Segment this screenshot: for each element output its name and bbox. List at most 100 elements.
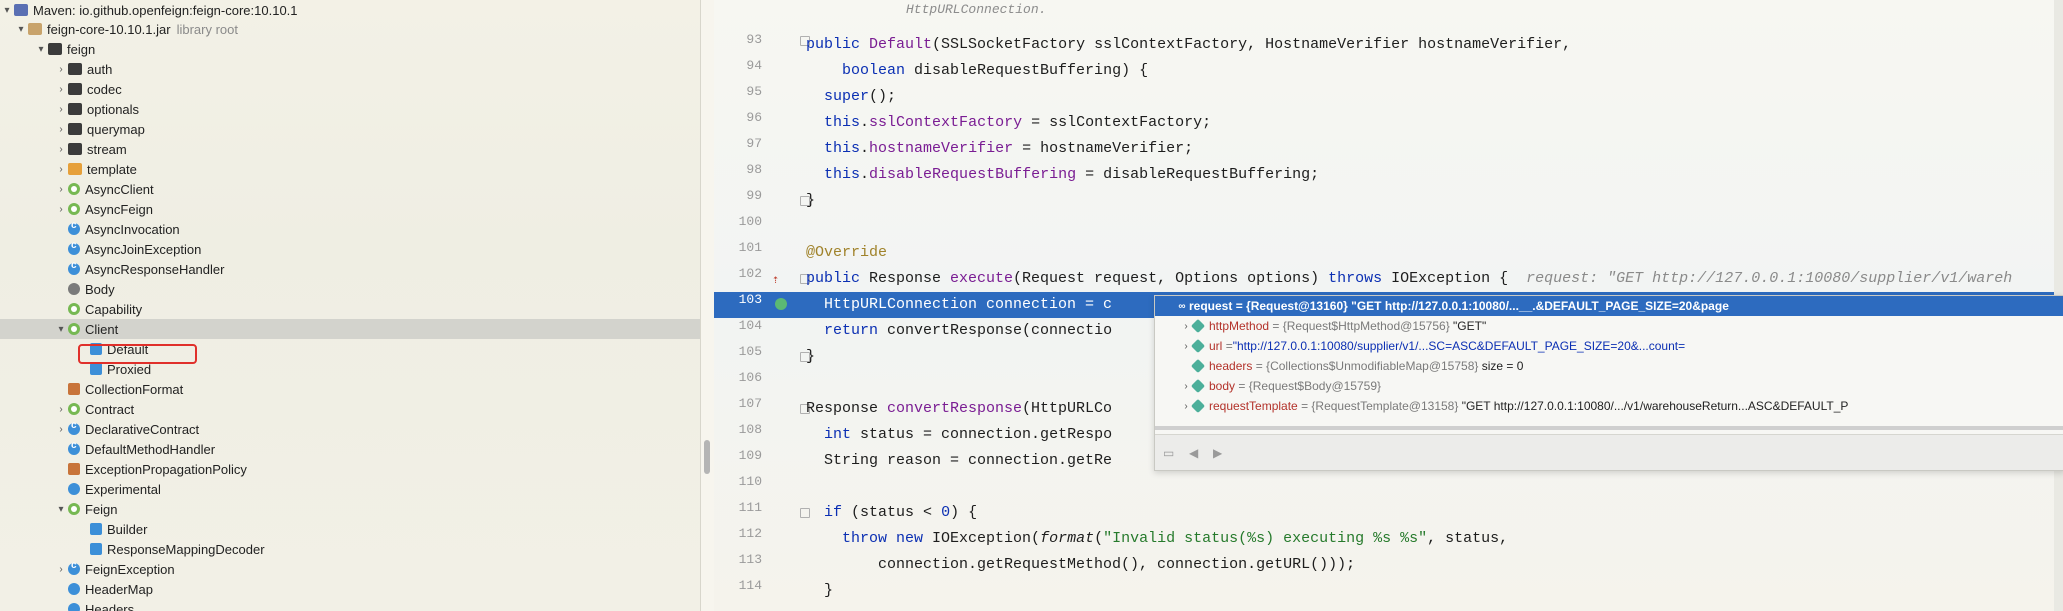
tree-item-body[interactable]: Body [0,279,700,299]
package-folder-icon [68,143,82,155]
expand-arrow-icon[interactable]: › [54,564,68,575]
collapse-arrow-icon[interactable]: ▾ [54,504,68,515]
annotation-icon [68,283,80,295]
tree-item-asyncjoinexception[interactable]: AsyncJoinException [0,239,700,259]
inner-class-icon [90,363,102,375]
popup-toolbar: ▭ ◀ ▶ [1155,434,2063,470]
annotation-icon [68,583,80,595]
line-number: 110 [738,474,762,489]
tree-item-label: Maven: io.github.openfeign:feign-core:10… [33,2,298,18]
tree-item-builder[interactable]: Builder [0,519,700,539]
line-number: 96 [746,110,762,125]
tree-item-optionals[interactable]: › optionals [0,99,700,119]
tree-item-label: Default [107,341,149,357]
tree-item-collectionformat[interactable]: CollectionFormat [0,379,700,399]
tree-item-template[interactable]: › template [0,159,700,179]
tree-item-auth[interactable]: › auth [0,59,700,79]
inline-debug-hint: request: "GET http://127.0.0.1:10080/sup… [1526,270,2013,287]
tree-item-asyncclient[interactable]: › AsyncClient [0,179,700,199]
collapse-arrow-icon[interactable]: ▾ [0,5,14,16]
expand-arrow-icon[interactable]: › [54,204,68,215]
tree-item-headers[interactable]: Headers [0,599,700,611]
code-line-108: int status = connection.getRespo [824,426,1113,443]
popup-row-url[interactable]: › url = "http://127.0.0.1:10080/supplier… [1155,336,2063,356]
tree-scrollbar[interactable] [704,440,710,474]
tree-item-feign-class[interactable]: ▾ Feign [0,499,700,519]
line-number: 104 [738,318,762,333]
tree-maven-root[interactable]: ▾ Maven: io.github.openfeign:feign-core:… [0,0,700,20]
tree-item-contract[interactable]: › Contract [0,399,700,419]
tree-item-label: AsyncClient [85,181,154,197]
tree-item-querymap[interactable]: › querymap [0,119,700,139]
expand-arrow-icon[interactable]: › [54,424,68,435]
tree-item-feignexception[interactable]: › FeignException [0,559,700,579]
tree-item-experimental[interactable]: Experimental [0,479,700,499]
jar-icon [28,23,42,35]
collapse-arrow-icon[interactable]: ▾ [14,24,28,35]
class-icon [68,440,80,455]
tree-item-feign[interactable]: ▾ feign [0,39,700,59]
line-number: 100 [738,214,762,229]
tree-item-responsemappingdecoder[interactable]: ResponseMappingDecoder [0,539,700,559]
line-number: 95 [746,84,762,99]
popup-back-button[interactable]: ◀ [1189,446,1198,460]
variable-ref: = {Request$HttpMethod@15756} [1272,319,1450,333]
tree-item-proxied[interactable]: Proxied [0,359,700,379]
popup-row-headers[interactable]: headers = {Collections$UnmodifiableMap@1… [1155,356,2063,376]
line-number: 103 [738,292,762,307]
tree-item-exceptionpropagationpolicy[interactable]: ExceptionPropagationPolicy [0,459,700,479]
tree-item-asyncfeign[interactable]: › AsyncFeign [0,199,700,219]
breakpoint-check-icon[interactable] [775,298,787,310]
expand-arrow-icon[interactable]: › [54,184,68,195]
tree-item-defaultmethodhandler[interactable]: DefaultMethodHandler [0,439,700,459]
code-line-107: Response convertResponse(HttpURLCo [806,400,1113,417]
debug-value-popup[interactable]: ∞ request = {Request@13160} "GET http://… [1154,295,2063,471]
tree-item-asyncinvocation[interactable]: AsyncInvocation [0,219,700,239]
expand-arrow-icon[interactable]: › [54,84,68,95]
class-icon [68,220,80,235]
tree-item-default[interactable]: Default [0,339,700,359]
expand-arrow-icon[interactable]: › [54,404,68,415]
tree-item-headermap[interactable]: HeaderMap [0,579,700,599]
collapse-arrow-icon[interactable]: ▾ [34,44,48,55]
popup-row-httpmethod[interactable]: › httpMethod = {Request$HttpMethod@15756… [1155,316,2063,336]
enum-icon [68,383,80,395]
variable-value: "GET http://127.0.0.1:10080/.../v1/wareh… [1461,399,1849,413]
tree-item-codec[interactable]: › codec [0,79,700,99]
variable-ref: = {Request$Body@15759} [1238,379,1382,393]
popup-forward-button[interactable]: ▶ [1213,446,1222,460]
inner-class-icon [90,523,102,535]
line-number: 99 [746,188,762,203]
override-marker-icon[interactable]: ⇡ [772,272,779,287]
popup-pin-icon[interactable]: ▭ [1163,446,1174,460]
popup-horizontal-scrollbar[interactable] [1155,426,2063,430]
collapse-arrow-icon[interactable]: ▾ [54,324,68,335]
collapse-arrow-icon[interactable]: ∞ [1175,301,1189,312]
inner-class-icon [90,543,102,555]
tree-item-client[interactable]: ▾ Client [0,319,700,339]
line-number: 114 [738,578,762,593]
tree-item-capability[interactable]: Capability [0,299,700,319]
interface-icon [68,503,80,515]
popup-row-requesttemplate[interactable]: › requestTemplate = {RequestTemplate@131… [1155,396,2063,416]
tree-item-stream[interactable]: › stream [0,139,700,159]
line-number: 105 [738,344,762,359]
expand-arrow-icon[interactable]: › [54,124,68,135]
code-line-99: } [806,192,816,209]
variable-ref: = {Request@13160} [1235,299,1348,313]
expand-arrow-icon[interactable]: › [54,164,68,175]
tree-item-declarativecontract[interactable]: › DeclarativeContract [0,419,700,439]
tree-jar[interactable]: ▾ feign-core-10.10.1.jar library root [0,19,700,39]
line-number: 106 [738,370,762,385]
project-tree: ▾ Maven: io.github.openfeign:feign-core:… [0,0,701,611]
popup-row-body[interactable]: › body = {Request$Body@15759} [1155,376,2063,396]
tree-item-asyncresponsehandler[interactable]: AsyncResponseHandler [0,259,700,279]
library-root-note: library root [176,21,238,37]
expand-arrow-icon[interactable]: › [54,104,68,115]
expand-arrow-icon[interactable]: › [54,64,68,75]
expand-arrow-icon[interactable]: › [54,144,68,155]
popup-row-request[interactable]: ∞ request = {Request@13160} "GET http://… [1155,296,2063,316]
tree-item-label: Feign [85,501,118,517]
tree-item-label: optionals [87,101,140,117]
tree-item-label: CollectionFormat [85,381,184,397]
